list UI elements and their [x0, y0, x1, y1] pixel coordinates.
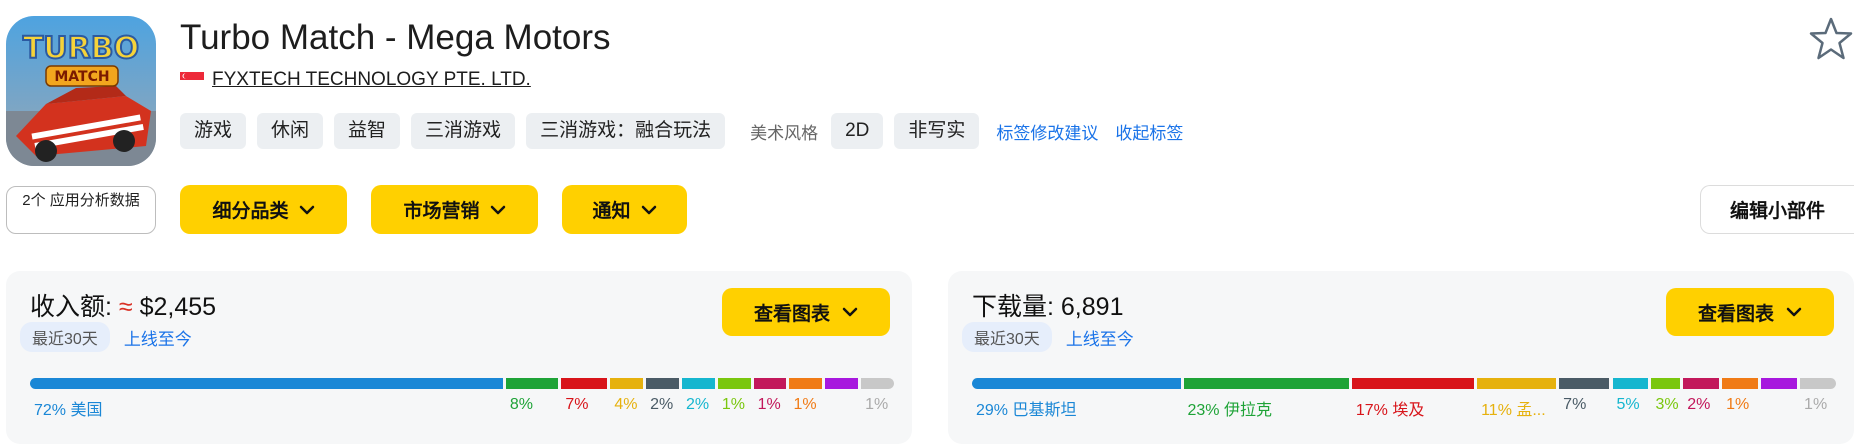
bar-segment-label: 23% 伊拉克 [1187, 402, 1272, 419]
bar-segment[interactable] [789, 378, 823, 389]
revenue-title: 收入额: ≈ $2,455 [30, 287, 216, 323]
app-title: Turbo Match - Mega Motors [180, 18, 611, 57]
bar-segment-label: 17% 埃及 [1355, 402, 1425, 419]
chevron-down-icon [299, 205, 314, 214]
bar-segment-label: 11% 孟... [1481, 402, 1546, 419]
chevron-down-icon [1786, 307, 1802, 317]
subcategory-label: 细分品类 [212, 201, 289, 222]
marketing-button[interactable]: 市场营销 [371, 185, 538, 234]
bar-segment[interactable] [561, 378, 608, 389]
downloads-view-chart-button[interactable]: 查看图表 [1666, 288, 1834, 336]
collapse-tags-link[interactable]: 收起标签 [1115, 119, 1183, 144]
bar-segment[interactable] [1351, 378, 1475, 389]
range-since-launch[interactable]: 上线至今 [1066, 325, 1134, 350]
bar-segment-label: 29% 巴基斯坦 [976, 402, 1077, 419]
bar-segment-label: 7% [1563, 396, 1587, 413]
bar-segment-label: 8% [509, 396, 533, 413]
art-style-tag[interactable]: 2D [831, 113, 884, 149]
view-chart-label: 查看图表 [1697, 303, 1774, 325]
downloads-title: 下载量: 6,891 [972, 287, 1123, 323]
tag-item[interactable]: 益智 [334, 113, 401, 149]
bar-segment-label: 5% [1616, 396, 1640, 413]
bar-segment[interactable] [30, 378, 503, 389]
revenue-card: 收入额: ≈ $2,455 最近30天 上线至今 查看图表 72% 美国 8% 7%… [6, 271, 912, 444]
tag-item[interactable]: 休闲 [257, 113, 324, 149]
downloads-label: 下载量: [972, 293, 1054, 321]
app-icon: TURBO MATCH [6, 16, 156, 166]
bar-segment[interactable] [610, 378, 644, 389]
view-chart-label: 查看图表 [753, 303, 830, 325]
downloads-value: 6,891 [1060, 293, 1124, 321]
notifications-label: 通知 [592, 201, 631, 222]
bar-segment[interactable] [681, 378, 715, 389]
bar-segment[interactable] [1683, 378, 1720, 389]
bar-segment[interactable] [1761, 378, 1798, 389]
tag-item[interactable]: 三消游戏：融合玩法 [526, 113, 726, 149]
bar-segment-label: 1% [865, 396, 889, 413]
tag-item[interactable]: 游戏 [180, 113, 247, 149]
chevron-down-icon [842, 307, 858, 317]
downloads-range-row: 最近30天 上线至今 [962, 322, 1134, 352]
bar-segment[interactable] [1183, 378, 1349, 389]
bar-segment[interactable] [646, 378, 679, 389]
bar-segment[interactable] [861, 378, 894, 389]
bar-segment-label: 1% [757, 396, 781, 413]
bar-segment-label: 1% [721, 396, 745, 413]
bar-segment[interactable] [972, 378, 1181, 389]
bar-segment-label: 2% [650, 396, 674, 413]
bar-segment-label: 1% [1804, 396, 1828, 413]
tag-list: 游戏 休闲 益智 三消游戏 三消游戏：融合玩法 美术风格 2D 非写实 标签修改… [180, 113, 1183, 149]
chevron-down-icon [641, 205, 656, 214]
bar-segment[interactable] [753, 378, 787, 389]
bar-segment-label: 4% [614, 396, 638, 413]
bar-segment[interactable] [1722, 378, 1759, 389]
apps-analysis-button[interactable]: 2个 应用分析数据 [6, 186, 156, 234]
bar-segment[interactable] [1612, 378, 1649, 389]
bar-segment-label: 3% [1655, 396, 1679, 413]
range-since-launch[interactable]: 上线至今 [124, 325, 192, 350]
bar-segment-label: 2% [1687, 396, 1711, 413]
downloads-country-bar [972, 378, 1836, 389]
downloads-card: 下载量: 6,891 最近30天 上线至今 查看图表 29% 巴基斯坦 23% 伊… [948, 271, 1854, 444]
bar-segment-label: 72% 美国 [34, 402, 103, 419]
revenue-value: $2,455 [139, 293, 217, 321]
approx-icon: ≈ [118, 293, 133, 321]
bar-segment[interactable] [505, 378, 559, 389]
range-last-30-days[interactable]: 最近30天 [962, 322, 1052, 352]
singapore-flag-icon [180, 72, 204, 88]
bar-segment-label: 2% [685, 396, 710, 413]
favorite-star-icon[interactable] [1808, 16, 1854, 62]
revenue-country-bar [30, 378, 894, 389]
bar-segment[interactable] [717, 378, 751, 389]
bar-segment[interactable] [1477, 378, 1557, 389]
notifications-button[interactable]: 通知 [562, 185, 687, 234]
bar-segment-label: 7% [565, 396, 589, 413]
revenue-view-chart-button[interactable]: 查看图表 [722, 288, 890, 336]
bar-segment[interactable] [1651, 378, 1681, 389]
developer-link[interactable]: FYXTECH TECHNOLOGY PTE. LTD. [212, 69, 531, 91]
developer-row: FYXTECH TECHNOLOGY PTE. LTD. [180, 69, 531, 91]
art-style-tag[interactable]: 非写实 [894, 113, 980, 149]
art-style-label: 美术风格 [750, 123, 819, 143]
svg-text:TURBO: TURBO [23, 31, 139, 66]
suggest-tags-link[interactable]: 标签修改建议 [996, 119, 1098, 144]
marketing-label: 市场营销 [403, 201, 480, 222]
revenue-range-row: 最近30天 上线至今 [20, 322, 192, 352]
chevron-down-icon [490, 205, 505, 214]
revenue-label: 收入额: [30, 293, 112, 321]
tag-item[interactable]: 三消游戏 [411, 113, 516, 149]
bar-segment-label: 1% [1726, 396, 1750, 413]
svg-text:MATCH: MATCH [54, 69, 109, 85]
bar-segment[interactable] [1800, 378, 1836, 389]
edit-widgets-button[interactable]: 编辑小部件 [1700, 185, 1854, 234]
bar-segment[interactable] [825, 378, 859, 389]
bar-segment[interactable] [1559, 378, 1610, 389]
subcategory-button[interactable]: 细分品类 [180, 185, 347, 234]
bar-segment-label: 1% [793, 396, 817, 413]
range-last-30-days[interactable]: 最近30天 [20, 322, 110, 352]
